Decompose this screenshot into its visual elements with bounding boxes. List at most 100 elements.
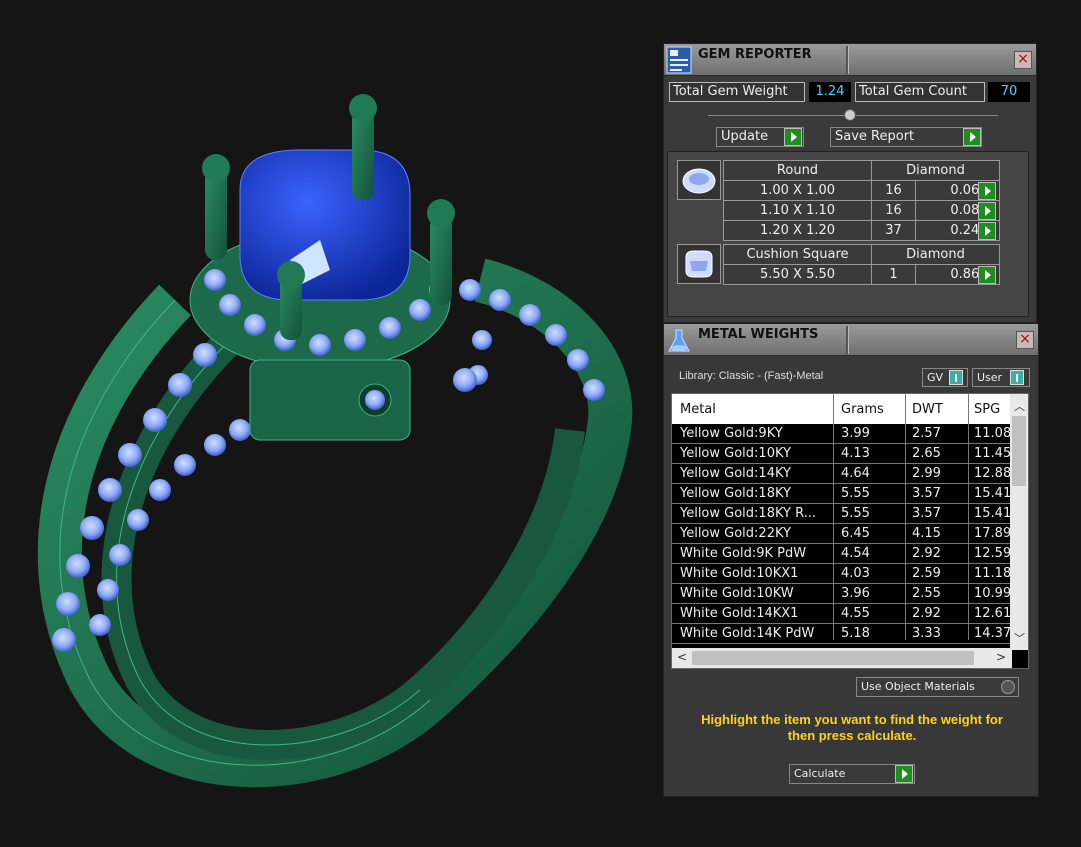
scroll-right-icon[interactable]: > — [996, 650, 1006, 664]
table-row[interactable]: White Gold:9K PdW 4.54 2.92 12.59 — [672, 544, 1012, 564]
gem-count: 37 — [871, 220, 916, 241]
gem-row-go-icon[interactable] — [978, 202, 996, 220]
horizontal-scrollbar[interactable]: < > — [672, 648, 1012, 668]
table-row[interactable]: Yellow Gold:18KY 5.55 3.57 15.41 — [672, 484, 1012, 504]
table-row[interactable]: Yellow Gold:9KY 3.99 2.57 11.08 — [672, 424, 1012, 444]
gem-reporter-panel: GEM REPORTER × Total Gem Weight 1.24 Tot… — [663, 43, 1037, 323]
spg-value: 15.41 — [974, 506, 1012, 521]
table-row[interactable]: White Gold:14KX1 4.55 2.92 12.61 — [672, 604, 1012, 624]
metal-name: Yellow Gold:10KY — [680, 446, 791, 461]
table-row[interactable]: Yellow Gold:10KY 4.13 2.65 11.45 — [672, 444, 1012, 464]
spg-value: 15.41 — [974, 486, 1012, 501]
dwt-value: 2.65 — [912, 446, 941, 461]
gem-count: 1 — [871, 264, 916, 285]
gv-toggle-icon[interactable] — [949, 370, 963, 385]
metal-name: Yellow Gold:18KY — [680, 486, 791, 501]
gem-row-go-icon[interactable] — [978, 222, 996, 240]
gem-row[interactable]: 5.50 X 5.50 1 0.86tw — [723, 264, 1000, 285]
dwt-value: 2.55 — [912, 586, 941, 601]
column-header[interactable]: Metal — [680, 402, 716, 417]
total-gem-count-label: Total Gem Count — [855, 82, 985, 102]
spg-value: 14.37 — [974, 626, 1012, 641]
save-report-button[interactable]: Save Report — [830, 127, 982, 147]
gem-reporter-titlebar[interactable]: GEM REPORTER × — [664, 44, 1036, 76]
update-go-icon[interactable] — [784, 128, 802, 146]
spg-value: 11.45 — [974, 446, 1012, 461]
metal-table[interactable]: Metal Grams DWT SPG Yellow Gold:9KY 3.99 2… — [671, 393, 1029, 669]
column-header[interactable]: Grams — [841, 402, 884, 417]
dwt-value: 2.57 — [912, 426, 941, 441]
vertical-scrollbar[interactable]: ︿ ﹀ — [1010, 394, 1028, 650]
scroll-down-icon[interactable]: ﹀ — [1014, 630, 1025, 646]
grams-value: 4.03 — [841, 566, 870, 581]
total-gem-weight-value: 1.24 — [809, 82, 851, 102]
flask-icon — [666, 326, 692, 354]
calculate-go-icon[interactable] — [895, 765, 913, 783]
grams-value: 6.45 — [841, 526, 870, 541]
scroll-up-icon[interactable]: ︿ — [1014, 398, 1025, 414]
metal-name: White Gold:14KX1 — [680, 606, 799, 621]
user-toggle-icon[interactable] — [1010, 370, 1024, 385]
scroll-thumb[interactable] — [1012, 416, 1026, 486]
round-gem-table: Round Diamond 1.00 X 1.00 16 0.06tw 1.10… — [723, 160, 1000, 241]
slider-handle[interactable] — [844, 109, 856, 121]
gem-row-go-icon[interactable] — [978, 182, 996, 200]
metal-name: Yellow Gold:18KY R... — [680, 506, 817, 521]
grams-value: 4.13 — [841, 446, 870, 461]
spg-value: 11.18 — [974, 566, 1012, 581]
library-label: Library: Classic - (Fast)-Metal — [679, 370, 824, 382]
table-row[interactable]: Yellow Gold:22KY 6.45 4.15 17.89 — [672, 524, 1012, 544]
calculate-hint: Highlight the item you want to find the … — [701, 712, 1003, 743]
metal-name: White Gold:10KW — [680, 586, 794, 601]
spg-value: 10.99 — [974, 586, 1012, 601]
grams-value: 3.99 — [841, 426, 870, 441]
table-row[interactable]: Yellow Gold:14KY 4.64 2.99 12.88 — [672, 464, 1012, 484]
metal-name: Yellow Gold:9KY — [680, 426, 783, 441]
gem-row-go-icon[interactable] — [978, 266, 996, 284]
round-gem-icon — [677, 160, 721, 200]
gem-row[interactable]: 1.20 X 1.20 37 0.24tw — [723, 220, 1000, 241]
table-row[interactable]: White Gold:14K PdW 5.18 3.33 14.37 — [672, 624, 1012, 644]
table-row[interactable]: White Gold:10KW 3.96 2.55 10.99 — [672, 584, 1012, 604]
scroll-thumb[interactable] — [692, 651, 974, 665]
dwt-value: 2.59 — [912, 566, 941, 581]
metal-weights-title: METAL WEIGHTS — [698, 327, 819, 342]
spg-value: 12.88 — [974, 466, 1012, 481]
table-row[interactable]: White Gold:10KX1 4.03 2.59 11.18 — [672, 564, 1012, 584]
close-icon[interactable]: × — [1014, 51, 1032, 69]
grams-value: 4.54 — [841, 546, 870, 561]
scroll-left-icon[interactable]: < — [677, 650, 687, 664]
table-row[interactable]: Yellow Gold:18KY R... 5.55 3.57 15.41 — [672, 504, 1012, 524]
metal-table-header: Metal Grams DWT SPG — [672, 394, 1012, 424]
metal-weights-panel: METAL WEIGHTS × Library: Classic - (Fast… — [663, 323, 1039, 797]
dwt-value: 2.99 — [912, 466, 941, 481]
grams-value: 4.64 — [841, 466, 870, 481]
spg-value: 12.59 — [974, 546, 1012, 561]
save-report-go-icon[interactable] — [963, 128, 981, 146]
column-header[interactable]: SPG — [974, 402, 1000, 417]
metal-weights-titlebar[interactable]: METAL WEIGHTS × — [664, 324, 1038, 356]
spg-value: 11.08 — [974, 426, 1012, 441]
dwt-value: 2.92 — [912, 546, 941, 561]
gem-material: Diamond — [871, 244, 1000, 265]
gem-size: 1.00 X 1.00 — [723, 180, 872, 201]
gem-row[interactable]: 1.00 X 1.00 16 0.06tw — [723, 180, 1000, 201]
gem-size: 1.20 X 1.20 — [723, 220, 872, 241]
use-object-materials-button[interactable]: Use Object Materials — [856, 677, 1019, 697]
spg-value: 12.61 — [974, 606, 1012, 621]
close-icon[interactable]: × — [1016, 331, 1034, 349]
3d-viewport[interactable] — [0, 0, 660, 847]
gem-row[interactable]: 1.10 X 1.10 16 0.08tw — [723, 200, 1000, 221]
use-object-materials-toggle-icon[interactable] — [1001, 680, 1015, 694]
cushion-gem-table: Cushion Square Diamond 5.50 X 5.50 1 0.8… — [723, 244, 1000, 285]
gem-material: Diamond — [871, 160, 1000, 181]
grams-value: 5.55 — [841, 506, 870, 521]
ring-model[interactable] — [0, 0, 660, 847]
cushion-gem-icon — [677, 244, 721, 284]
metal-name: Yellow Gold:22KY — [680, 526, 791, 541]
metal-name: White Gold:9K PdW — [680, 546, 807, 561]
metal-name: Yellow Gold:14KY — [680, 466, 791, 481]
metal-name: White Gold:14K PdW — [680, 626, 815, 641]
column-header[interactable]: DWT — [912, 402, 943, 417]
gem-reporter-title: GEM REPORTER — [698, 47, 812, 62]
